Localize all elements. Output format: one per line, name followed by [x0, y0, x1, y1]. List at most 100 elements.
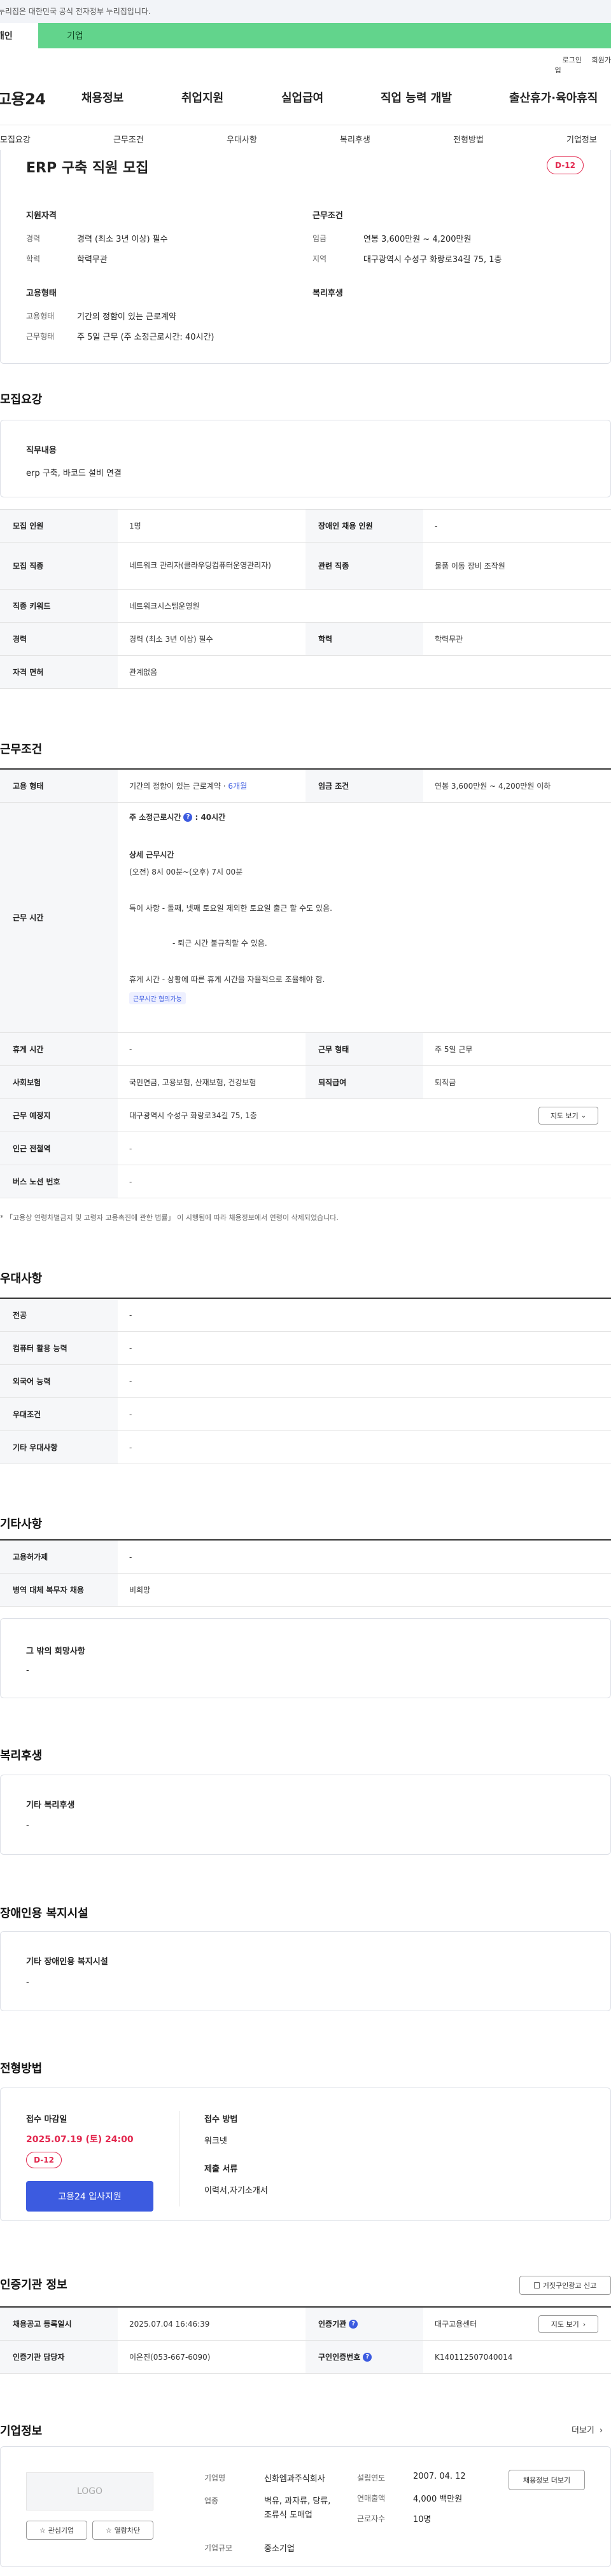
user-type-tabs: 개인 기업: [0, 23, 611, 48]
info-icon[interactable]: ?: [349, 2319, 358, 2329]
weekly-hours: 주 소정근로시간 ? : 40시간: [129, 812, 226, 822]
work-note-2: - 퇴근 시간 불규칙할 수 있음.: [172, 939, 267, 948]
table-row: 근무 시간 주 소정근로시간 ? : 40시간 상세 근무시간 (오전) 8시 …: [0, 803, 611, 1033]
disability-card: 기타 장애인용 복지시설 -: [0, 1931, 611, 2011]
etc-table: 고용허가제 - 병역 대체 복무자 채용 비희망: [0, 1539, 611, 1607]
table-row: 휴게 시간 - 근무 형태 주 5일 근무: [0, 1033, 611, 1066]
table-cell: 연봉 3,600만원 ~ 4,200만원 이하: [435, 782, 551, 791]
star-icon: ☆: [39, 2526, 46, 2535]
company-more-link[interactable]: 더보기 ›: [572, 2423, 603, 2435]
job-content-heading: 직무내용: [26, 446, 57, 455]
cert-table: 채용공고 등록일시 2025.07.04 16:46:39 인증기관 ? 대구고…: [0, 2306, 611, 2374]
area-label: 지역: [313, 254, 327, 263]
tab-company-info[interactable]: 기업정보: [566, 133, 597, 145]
tab-selection[interactable]: 전형방법: [453, 133, 484, 145]
table-cell: K140112507040014: [435, 2352, 513, 2362]
info-icon[interactable]: ?: [363, 2352, 372, 2362]
table-cell: -: [129, 1144, 132, 1153]
table-row: 모집 직종 네트워크 관리자(클라우딩컴퓨터운영관리자) 관련 직종 물품 이동…: [0, 543, 611, 590]
worktype-label: 근무형태: [26, 332, 55, 341]
table-cell: 네트워크시스템운영원: [129, 602, 200, 611]
cert-map-button[interactable]: 지도 보기 ›: [538, 2315, 598, 2333]
negotiable-chip: 근무시간 협의가능: [129, 992, 186, 1004]
util-links: 로그인 회원가입: [555, 55, 611, 75]
tab-company[interactable]: 기업: [38, 23, 611, 48]
nav-employment-support[interactable]: 취업지원: [181, 89, 223, 106]
table-cell: 네트워크 관리자(클라우딩컴퓨터운영관리자): [129, 560, 271, 570]
career-label: 경력: [26, 234, 41, 243]
other-wishes-card: 그 밖의 희망사항 -: [0, 1618, 611, 1698]
nav-vocational-training[interactable]: 직업 능력 개발: [381, 89, 452, 106]
table-cell: 학력무관: [435, 635, 463, 644]
job-content-card: 직무내용 erp 구축, 바코드 설비 연결: [0, 420, 611, 497]
map-view-button[interactable]: 지도 보기 ⌄: [538, 1107, 598, 1125]
disability-value: -: [26, 1977, 29, 1987]
interest-company-button[interactable]: ☆ 관심기업: [26, 2521, 87, 2540]
method-heading: 접수 방법: [204, 2115, 238, 2124]
tab-recruit[interactable]: 모집요강: [0, 133, 31, 145]
nav-parental-leave[interactable]: 출산휴가·육아휴직: [509, 89, 598, 106]
table-cell: -: [129, 1177, 132, 1186]
gov-banner: 이 누리집은 대한민국 공식 전자정부 누리집입니다.: [0, 0, 611, 23]
nav-jobs[interactable]: 채용정보: [81, 89, 123, 106]
false-ad-report-button[interactable]: 거짓구인광고 신고: [519, 2276, 611, 2295]
table-header: 채용공고 등록일시: [0, 2308, 118, 2340]
company-title: 기업정보: [0, 2425, 43, 2438]
tab-preferences[interactable]: 우대사항: [227, 133, 257, 145]
table-header: 기타 우대사항: [0, 1431, 118, 1464]
tab-work-conditions[interactable]: 근무조건: [113, 133, 144, 145]
gov-banner-text: 이 누리집은 대한민국 공식 전자정부 누리집입니다.: [0, 7, 151, 16]
tab-welfare[interactable]: 복리후생: [340, 133, 370, 145]
table-header: 임금 조건: [306, 770, 423, 802]
company-jobs-button[interactable]: 채용정보 더보기: [509, 2470, 585, 2490]
table-row: 사회보험 국민연금, 고용보험, 산재보험, 건강보험 퇴직급여 퇴직금: [0, 1066, 611, 1099]
table-row: 자격 면허 관계없음: [0, 656, 611, 689]
block-view-button[interactable]: ☆ 열람차단: [92, 2521, 153, 2540]
selection-title: 전형방법: [0, 2062, 43, 2075]
docs-value: 이력서,자기소개서: [204, 2186, 268, 2196]
company-logo-placeholder: LOGO: [26, 2472, 153, 2510]
table-header: 휴게 시간: [0, 1033, 118, 1065]
table-header: 모집 인원: [0, 509, 118, 542]
job-summary-card: ERP 구축 직원 모집 D-12 지원자격 경력 경력 (최소 3년 이상) …: [0, 150, 611, 364]
disability-heading: 기타 장애인용 복지시설: [26, 1957, 108, 1967]
table-cell: -: [129, 1044, 132, 1054]
table-row: 경력 경력 (최소 3년 이상) 필수 학력 학력무관: [0, 623, 611, 656]
table-cell: 1명: [129, 522, 141, 530]
table-cell: -: [129, 1443, 132, 1452]
sales-value: 4,000 백만원: [413, 2495, 463, 2504]
work-table: 고용 형태 기간의 정함이 있는 근로계약 · 6개월 임금 조건 연봉 3,6…: [0, 768, 611, 1198]
company-card: LOGO ☆ 관심기업 ☆ 열람차단 기업명 신화엠과주식회사 업종 벽유, 과…: [0, 2446, 611, 2567]
table-header: 병역 대체 복무자 채용: [0, 1574, 118, 1606]
table-row: 채용공고 등록일시 2025.07.04 16:46:39 인증기관 ? 대구고…: [0, 2308, 611, 2341]
table-row: 병역 대체 복무자 채용 비희망: [0, 1574, 611, 1607]
table-row: 고용허가제 -: [0, 1541, 611, 1574]
company-name-value: 신화엠과주식회사: [264, 2474, 325, 2484]
nav-unemployment-benefit[interactable]: 실업급여: [281, 89, 323, 106]
apply-button[interactable]: 고용24 입사지원: [26, 2181, 153, 2212]
age-footnote: * 「고용상 연령차별금지 및 고령자 고용촉진에 관한 법률」 이 시행됨에 …: [0, 1214, 339, 1222]
table-header: 퇴직급여: [306, 1066, 423, 1098]
career-value: 경력 (최소 3년 이상) 필수: [77, 235, 168, 244]
emp-heading: 고용형태: [26, 289, 57, 298]
site-logo[interactable]: 고용24: [0, 87, 46, 109]
method-value: 워크넷: [204, 2136, 227, 2146]
table-header: 외국어 능력: [0, 1365, 118, 1397]
table-header: 장애인 채용 인원: [306, 509, 423, 542]
table-header: 인증기관 담당자: [0, 2341, 118, 2373]
table-cell: 이은진(053-667-6090): [129, 2353, 211, 2362]
info-icon[interactable]: ?: [183, 812, 193, 822]
table-row: 기타 우대사항 -: [0, 1431, 611, 1464]
table-header: 컴퓨터 활용 능력: [0, 1332, 118, 1364]
etc-title: 기타사항: [0, 1518, 43, 1531]
worktype-value: 주 5일 근무 (주 소정근로시간: 40시간): [77, 333, 214, 342]
table-cell: 물품 이동 장비 조작원: [435, 562, 505, 571]
table-cell: 퇴직금: [435, 1078, 456, 1087]
table-cell: -: [129, 1376, 132, 1386]
table-cell: -: [129, 1409, 132, 1419]
tab-personal[interactable]: 개인: [0, 23, 38, 48]
established-value: 2007. 04. 12: [413, 2472, 466, 2481]
company-name-label: 기업명: [204, 2474, 226, 2483]
table-header: 근무 형태: [306, 1033, 423, 1065]
login-link[interactable]: 로그인: [563, 56, 582, 64]
